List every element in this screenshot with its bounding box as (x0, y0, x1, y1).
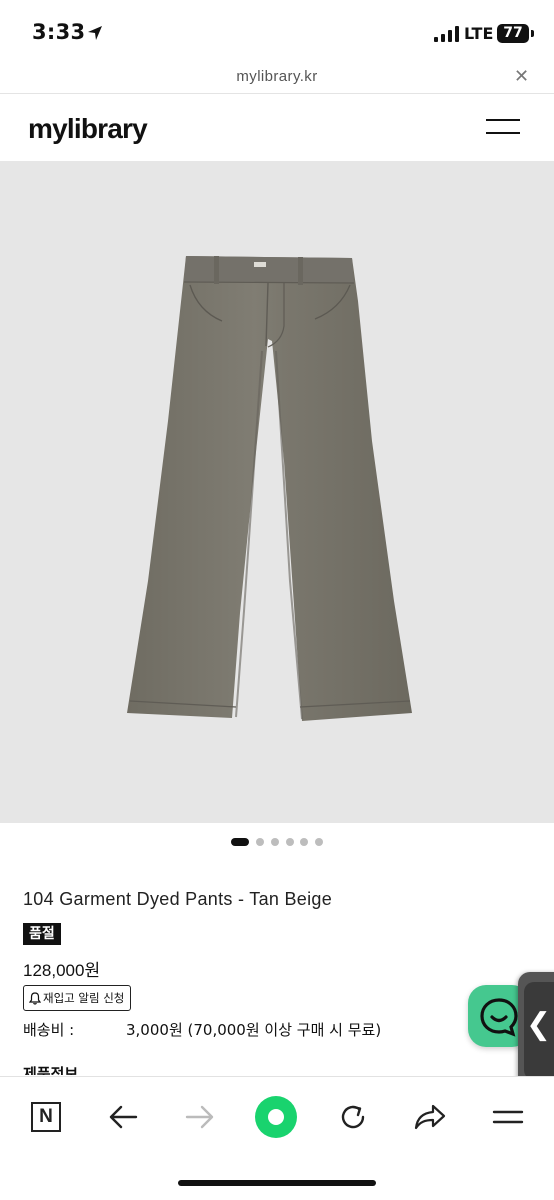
chevron-left-icon: ❮ (526, 1007, 552, 1042)
side-panel-handle[interactable]: ❮ (518, 972, 554, 1090)
battery-tip (531, 30, 534, 37)
forward-button[interactable] (178, 1095, 222, 1139)
restock-alert-button[interactable]: 재입고 알림 신청 (23, 985, 132, 1011)
naver-home-button[interactable]: N (24, 1095, 68, 1139)
carousel-dot[interactable] (315, 838, 323, 846)
pants-illustration (127, 256, 412, 721)
back-arrow-icon (109, 1105, 138, 1129)
location-arrow-icon (88, 26, 102, 40)
site-header: mylibrary (0, 95, 554, 161)
naver-icon: N (31, 1102, 61, 1132)
share-button[interactable] (408, 1095, 452, 1139)
product-title: 104 Garment Dyed Pants - Tan Beige (23, 889, 333, 909)
share-icon (414, 1104, 446, 1130)
product-image[interactable] (0, 161, 554, 823)
signal-bars-icon (434, 26, 459, 42)
status-time: 3:33 (32, 20, 86, 44)
more-menu-button[interactable] (486, 1095, 530, 1139)
reload-icon (341, 1105, 365, 1129)
network-label: LTE (464, 24, 494, 43)
carousel-dot[interactable] (300, 838, 308, 846)
carousel-dot[interactable] (231, 838, 249, 846)
battery-level: 77 (497, 24, 529, 43)
back-button[interactable] (101, 1095, 145, 1139)
green-dot-button[interactable] (254, 1095, 298, 1139)
url-domain[interactable]: mylibrary.kr (0, 68, 554, 85)
home-indicator (178, 1180, 376, 1186)
restock-alert-label: 재입고 알림 신청 (43, 991, 125, 1005)
menu-icon (492, 1110, 524, 1124)
forward-arrow-icon (185, 1105, 214, 1129)
site-logo[interactable]: mylibrary (28, 113, 148, 145)
hamburger-menu-icon[interactable] (486, 117, 520, 137)
carousel-dot[interactable] (256, 838, 264, 846)
product-price: 128,000원 (23, 961, 101, 980)
status-bar: 3:33 LTE 77 (0, 0, 554, 62)
shipping-value: 3,000원 (70,000원 이상 구매 시 무료) (126, 1021, 382, 1039)
carousel-dots[interactable] (0, 838, 554, 848)
product-detail-heading: 제품정보 (23, 1065, 79, 1075)
reload-button[interactable] (331, 1095, 375, 1139)
shipping-label: 배송비 : (23, 1021, 75, 1039)
carousel-dot[interactable] (286, 838, 294, 846)
carousel-dot[interactable] (271, 838, 279, 846)
bell-icon (29, 991, 41, 1005)
green-dot-icon (255, 1096, 297, 1138)
close-icon[interactable]: ✕ (514, 66, 529, 87)
soldout-badge: 품절 (23, 923, 61, 945)
url-bar[interactable]: mylibrary.kr ✕ (0, 62, 554, 94)
